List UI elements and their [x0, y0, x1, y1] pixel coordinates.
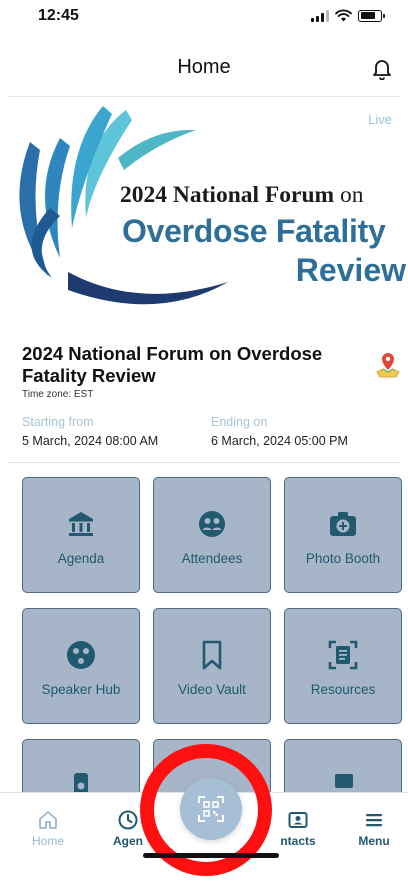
end-date-label: Ending on	[211, 415, 268, 429]
clock-icon	[118, 810, 138, 830]
event-title: 2024 National Forum on Overdose Fatality…	[22, 343, 323, 386]
camera-plus-icon	[330, 512, 356, 536]
bank-icon	[69, 512, 93, 536]
banner-title-line-2: Overdose Fatality	[122, 213, 386, 249]
end-date-value: 6 March, 2024 05:00 PM	[211, 434, 348, 448]
battery-icon	[358, 9, 385, 22]
banner-title-line-3: Review	[295, 252, 406, 288]
tile-resources[interactable]: Resources	[284, 608, 402, 724]
live-badge: Live	[368, 112, 392, 127]
nav-home[interactable]: Home	[8, 809, 88, 848]
home-icon	[39, 811, 57, 829]
tile-video-vault-label: Video Vault	[178, 682, 246, 697]
tile-video-vault[interactable]: Video Vault	[153, 608, 271, 724]
page-title: Home	[177, 56, 231, 78]
map-pin-icon[interactable]	[374, 351, 402, 379]
nav-menu[interactable]: Menu	[334, 809, 408, 848]
forum-logo-swirl	[19, 106, 228, 305]
qr-scan-button[interactable]	[180, 778, 242, 840]
event-timezone: Time zone: EST	[22, 389, 94, 400]
nav-contacts-label: ntacts	[280, 834, 316, 848]
header-divider	[8, 96, 400, 97]
nav-contacts[interactable]: ntacts	[258, 809, 338, 848]
tile-attendees[interactable]: Attendees	[153, 477, 271, 593]
nav-menu-label: Menu	[358, 834, 390, 848]
banner-title-line-1: 2024 National Forum on	[120, 182, 363, 209]
qr-scan-icon	[198, 796, 224, 822]
nav-home-label: Home	[31, 834, 64, 848]
tile-agenda-label: Agenda	[57, 551, 105, 566]
speaker-hub-icon	[67, 641, 95, 669]
tile-photo-booth-label: Photo Booth	[305, 551, 381, 566]
banner-title-main: 2024 National Forum	[120, 182, 335, 208]
tile-speaker-hub[interactable]: Speaker Hub	[22, 608, 140, 724]
tile-agenda[interactable]: Agenda	[22, 477, 140, 593]
wifi-icon	[335, 9, 352, 22]
signal-icon	[311, 9, 329, 22]
bell-icon[interactable]	[370, 56, 394, 80]
banner-title-suffix: on	[334, 182, 364, 208]
contact-card-icon	[288, 812, 308, 828]
attendees-icon	[199, 511, 225, 537]
start-date-label: Starting from	[22, 415, 94, 429]
tile-attendees-label: Attendees	[181, 551, 243, 566]
status-bar: 12:45	[0, 0, 408, 34]
home-indicator	[143, 853, 279, 858]
nav-agenda-label: Agen	[113, 834, 143, 848]
nav-agenda[interactable]: Agen	[88, 809, 168, 848]
bookmark-icon	[202, 640, 222, 670]
start-date-value: 5 March, 2024 08:00 AM	[22, 434, 159, 448]
menu-icon	[366, 814, 382, 827]
header: Home	[0, 44, 408, 94]
document-scan-icon	[328, 640, 358, 670]
section-divider	[8, 462, 400, 463]
tile-photo-booth[interactable]: Photo Booth	[284, 477, 402, 593]
tile-speaker-hub-label: Speaker Hub	[41, 682, 121, 697]
tile-resources-label: Resources	[310, 682, 376, 697]
status-icons	[311, 9, 385, 22]
event-banner: Live 2024 National Forum on Overdose Fat…	[8, 100, 406, 322]
status-time: 12:45	[38, 7, 79, 24]
